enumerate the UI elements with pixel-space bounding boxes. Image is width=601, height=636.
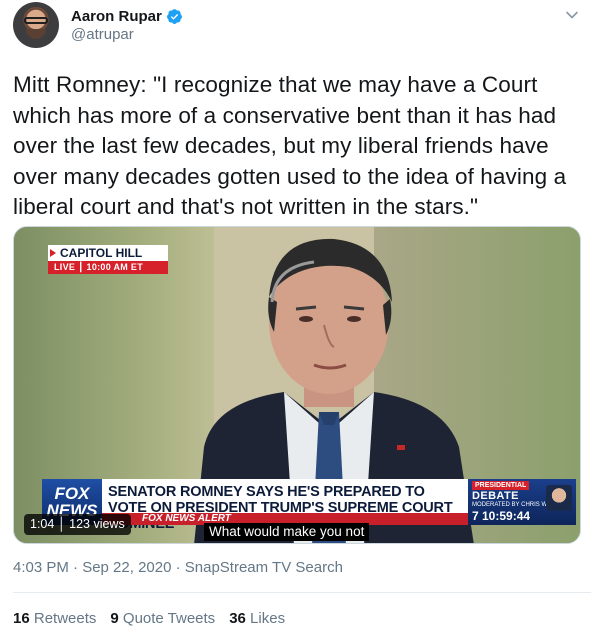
chevron-down-icon[interactable] xyxy=(565,8,579,22)
debate-tag: PRESIDENTIAL xyxy=(472,481,530,490)
tweet-text: Mitt Romney: "I recognize that we may ha… xyxy=(13,72,567,219)
tweet-stats: 16 Retweets 9 Quote Tweets 36 Likes xyxy=(13,610,285,627)
debate-title: DEBATE xyxy=(472,490,519,502)
handle[interactable]: @atrupar xyxy=(71,26,134,43)
likes-count: 36 xyxy=(229,610,246,627)
avatar-beard xyxy=(26,29,46,39)
tweet-timestamp[interactable]: 4:03 PM · Sep 22, 2020 · SnapStream TV S… xyxy=(13,559,343,576)
avatar[interactable] xyxy=(13,2,59,48)
live-indicator: LIVE ┃ 10:00 AM ET xyxy=(48,261,168,274)
avatar-glasses xyxy=(24,17,48,24)
location-title: CAPITOL HILL xyxy=(48,245,168,261)
quotes-count: 9 xyxy=(110,610,119,627)
video-stats-badge: 1:04 │ 123 views xyxy=(24,514,131,535)
likes-label: Likes xyxy=(250,610,286,627)
retweets-label: Retweets xyxy=(33,610,97,627)
retweets-count: 16 xyxy=(13,610,30,627)
quotes-label: Quote Tweets xyxy=(122,610,216,627)
video-player[interactable]: CAPITOL HILL LIVE ┃ 10:00 AM ET FOX NEWS… xyxy=(13,226,581,544)
closed-caption: What would make you not xyxy=(204,523,370,541)
view-count: 123 views xyxy=(69,517,125,531)
tweet: Aaron Rupar @atrupar Mitt Romney: "I rec… xyxy=(0,0,601,636)
likes-stat[interactable]: 36 Likes xyxy=(229,610,285,627)
author-name-row[interactable]: Aaron Rupar xyxy=(71,8,183,25)
location-bug: CAPITOL HILL LIVE ┃ 10:00 AM ET xyxy=(48,245,168,274)
badge-separator: │ xyxy=(57,517,70,531)
display-name[interactable]: Aaron Rupar xyxy=(71,8,162,25)
retweets-stat[interactable]: 16 Retweets xyxy=(13,610,96,627)
debate-countdown-box: PRESIDENTIAL DEBATE MODERATED BY CHRIS W… xyxy=(468,479,576,525)
debate-countdown: 7 10:59:44 xyxy=(472,509,531,523)
verified-badge-icon xyxy=(166,9,182,24)
divider xyxy=(13,592,591,593)
video-duration: 1:04 xyxy=(30,517,55,531)
quotes-stat[interactable]: 9 Quote Tweets xyxy=(110,610,215,627)
moderator-thumbnail xyxy=(546,485,572,511)
